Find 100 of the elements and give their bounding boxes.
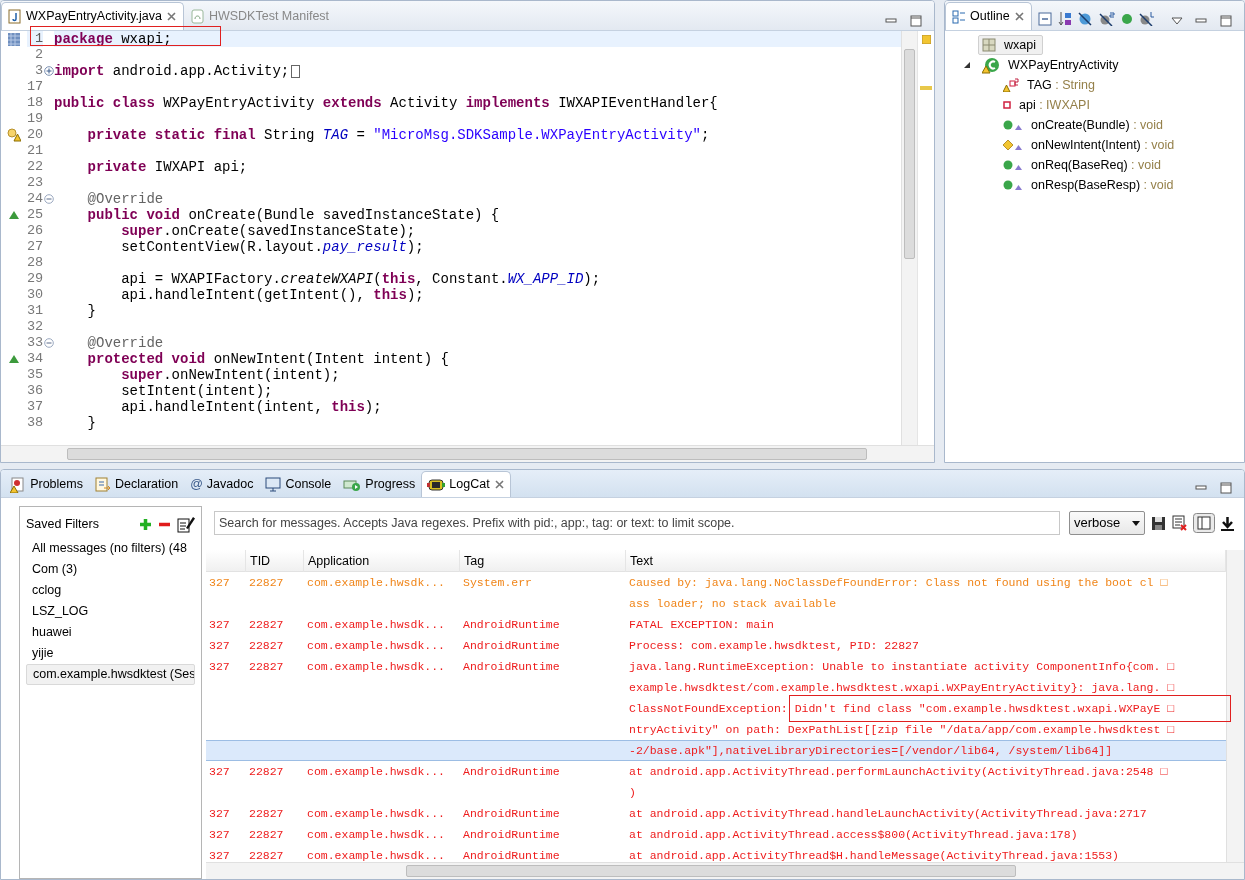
code-line: setIntent(intent);: [120, 383, 273, 399]
scroll-lock-icon[interactable]: [1221, 515, 1234, 531]
view-menu-icon[interactable]: [1170, 16, 1183, 25]
view-tab[interactable]: Declaration: [88, 471, 185, 497]
table-cell: 327: [209, 639, 230, 652]
close-icon[interactable]: [165, 11, 177, 22]
outline-item[interactable]: WXPayEntryActivity: [982, 55, 1119, 75]
line-number: 33: [27, 335, 43, 351]
edit-icon[interactable]: [177, 515, 195, 534]
log-level-dropdown[interactable]: verbose: [1069, 511, 1145, 535]
maximize-icon[interactable]: [1219, 481, 1232, 494]
line-number: 32: [27, 319, 43, 335]
line-number: 31: [27, 303, 43, 319]
filter-item[interactable]: Com (3): [26, 558, 195, 580]
table-cell: 327: [209, 828, 230, 841]
toggle-panel-icon[interactable]: [1193, 513, 1215, 533]
view-tab[interactable]: Problems: [4, 471, 89, 497]
hide-static-icon[interactable]: [1098, 11, 1115, 26]
add-icon[interactable]: [138, 517, 152, 531]
code-line: }: [86, 303, 96, 319]
collapse-all-icon[interactable]: [1037, 11, 1052, 26]
bookmark-marker-icon: [8, 32, 20, 46]
table-cell: 22827: [249, 765, 284, 778]
filter-item[interactable]: LSZ_LOG: [26, 600, 195, 622]
code-line: api.handleIntent(intent, this);: [120, 399, 382, 415]
filter-item[interactable]: yijie: [26, 642, 195, 664]
column-header[interactable]: Application: [304, 550, 460, 572]
clear-log-icon[interactable]: [1172, 515, 1187, 531]
code-line: package wxapi;: [54, 31, 172, 47]
table-cell: com.example.hwsdk...: [307, 618, 446, 631]
code-line: api.handleIntent(getIntent(), this);: [120, 287, 424, 303]
vertical-scrollbar[interactable]: [901, 31, 917, 445]
editor-tab[interactable]: WXPayEntryActivity.java: [1, 2, 184, 30]
view-tab[interactable]: Progress: [337, 471, 422, 497]
outline-item[interactable]: onResp(BaseResp) : void: [1003, 175, 1174, 195]
view-tab[interactable]: @ Javadoc: [184, 471, 260, 497]
line-number: 36: [27, 383, 43, 399]
code-line: api = WXAPIFactory.createWXAPI(this, Constant.WX_APP_ID);: [120, 271, 601, 287]
horizontal-scrollbar[interactable]: [1, 445, 934, 462]
log-message: Caused by: java.lang.NoClassDefFoundError: Class not found using the boot cl □: [629, 576, 1168, 589]
column-header[interactable]: Tag: [460, 550, 626, 572]
override-triangle-icon[interactable]: [9, 355, 19, 363]
outline-item[interactable]: onReq(BaseReq) : void: [1003, 155, 1161, 175]
outline-item[interactable]: TAG : String: [1003, 75, 1095, 95]
table-cell: 22827: [249, 828, 284, 841]
collapse-fold-icon[interactable]: [43, 338, 54, 348]
table-cell: AndroidRuntime: [463, 618, 560, 631]
monitor-icon[interactable]: [265, 477, 282, 492]
log-message: ClassNotFoundException: Didn't find class "com.example.hwsdktest.wxapi.WXPayE □: [629, 702, 1175, 715]
public-members-icon[interactable]: [1120, 12, 1133, 25]
view-tab[interactable]: LogCat: [421, 471, 511, 497]
table-cell: 22827: [249, 639, 284, 652]
line-number: 37: [27, 399, 43, 415]
warning-icon[interactable]: [7, 128, 21, 142]
outline-item[interactable]: onCreate(Bundle) : void: [1003, 115, 1164, 135]
maximize-icon[interactable]: [1219, 14, 1232, 27]
line-number: 26: [27, 223, 43, 239]
table-cell: 327: [209, 849, 230, 862]
horizontal-scrollbar[interactable]: [206, 862, 1244, 879]
line-number: 21: [27, 143, 43, 159]
close-icon[interactable]: [493, 479, 505, 490]
hide-local-types-icon[interactable]: [1139, 11, 1156, 26]
private-field-icon: [1003, 101, 1011, 109]
table-cell: AndroidRuntime: [463, 660, 560, 673]
expand-fold-icon[interactable]: [43, 66, 54, 76]
outline-tab[interactable]: Outline: [945, 2, 1032, 30]
table-cell: 22827: [249, 660, 284, 673]
collapse-fold-icon[interactable]: [43, 194, 54, 204]
sort-icon[interactable]: [1058, 10, 1073, 27]
close-icon[interactable]: [1013, 11, 1025, 22]
code-line: }: [86, 415, 96, 431]
log-message: ass loader; no stack available: [629, 597, 837, 610]
save-icon[interactable]: [1151, 515, 1166, 531]
outline-item[interactable]: onNewIntent(Intent) : void: [1003, 135, 1175, 155]
maximize-icon[interactable]: [909, 14, 922, 27]
outline-item[interactable]: wxapi: [978, 34, 1043, 56]
outline-item[interactable]: api : IWXAPI: [1003, 95, 1090, 115]
column-header[interactable]: TID: [246, 550, 304, 572]
expanded-arrow-icon[interactable]: [963, 61, 971, 69]
problems-icon[interactable]: [10, 476, 27, 493]
progress-icon[interactable]: [343, 477, 362, 492]
view-tab[interactable]: Console: [259, 471, 338, 497]
declaration-icon[interactable]: [94, 476, 111, 493]
code-line: public void onCreate(Bundle savedInstanceState) {: [86, 207, 500, 223]
folded-code-marker[interactable]: [291, 64, 301, 78]
search-field[interactable]: Search for messages. Accepts Java regexes. Prefix with pid:, app:, tag: or text: to limit scope.: [214, 511, 1060, 535]
java-file-icon: [8, 9, 22, 24]
manifest-file-icon: [190, 9, 205, 24]
line-number: 17: [27, 79, 43, 95]
filter-item[interactable]: huawei: [26, 621, 195, 643]
private-static-field-icon: [1003, 78, 1019, 92]
override-triangle-icon[interactable]: [9, 211, 19, 219]
line-number: 20: [27, 127, 43, 143]
hide-fields-icon[interactable]: [1078, 11, 1093, 26]
filter-item[interactable]: cclog: [26, 579, 195, 601]
code-line: @Override: [86, 335, 164, 351]
selected-row-highlight[interactable]: -2/base.apk"],nativeLibraryDirectories=[/vendor/lib64, /system/lib64]]: [206, 740, 1226, 761]
table-cell: AndroidRuntime: [463, 828, 560, 841]
filter-item[interactable]: All messages (no filters) (48: [26, 537, 195, 559]
vertical-scrollbar[interactable]: [1226, 550, 1244, 863]
